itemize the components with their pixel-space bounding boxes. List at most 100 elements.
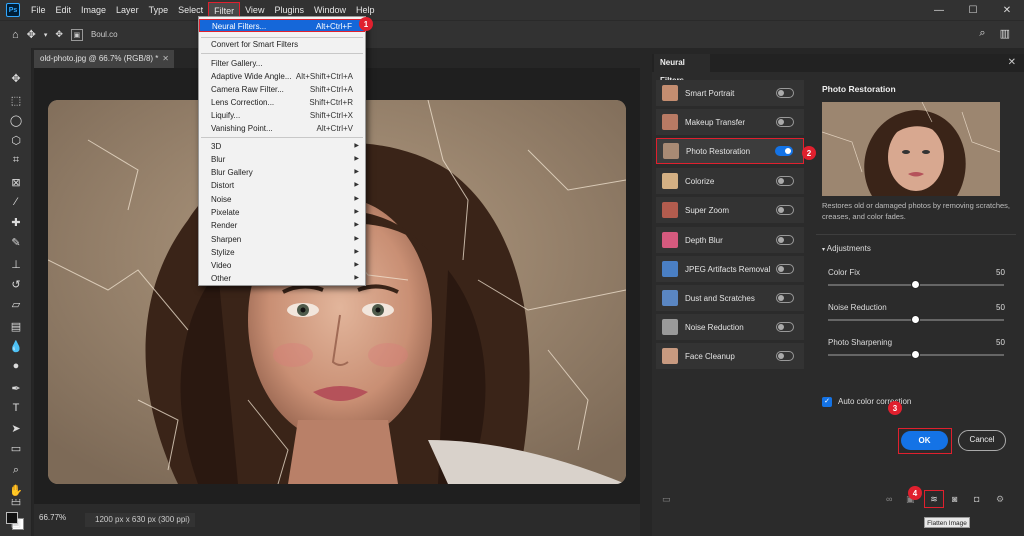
close-icon[interactable]: ✕ xyxy=(1008,57,1016,68)
zoom-level[interactable]: 66.77% xyxy=(39,513,79,527)
brush-tool-icon[interactable]: ✎ xyxy=(8,234,24,250)
blur-tool-icon[interactable]: 💧 xyxy=(8,338,24,354)
menu-item-video[interactable]: Video ▶ xyxy=(199,259,365,272)
frame-tool-icon[interactable]: ⊠ xyxy=(8,174,24,190)
move-tool-icon[interactable]: ✥ xyxy=(27,28,36,41)
object-select-tool-icon[interactable]: ⬡ xyxy=(8,132,24,148)
menu-item-noise[interactable]: Noise ▶ xyxy=(199,193,365,206)
filter-item-depth-blur[interactable]: Depth Blur xyxy=(656,227,804,253)
filter-item-makeup-transfer[interactable]: Makeup Transfer xyxy=(656,109,804,135)
menu-item-adaptive-wide-angle[interactable]: Adaptive Wide Angle... Alt+Shift+Ctrl+A xyxy=(199,70,365,83)
eraser-tool-icon[interactable]: ▱ xyxy=(8,296,24,312)
gear-icon[interactable]: ⚙ xyxy=(996,494,1004,505)
crop-tool-icon[interactable]: ⌗ xyxy=(8,152,24,168)
menu-item-3d[interactable]: 3D ▶ xyxy=(199,140,365,153)
menu-item-filter-gallery[interactable]: Filter Gallery... xyxy=(199,57,365,70)
toggle-switch[interactable] xyxy=(776,176,794,186)
filter-item-colorize[interactable]: Colorize xyxy=(656,168,804,194)
rectangle-tool-icon[interactable]: ▭ xyxy=(8,440,24,456)
pen-tool-icon[interactable]: ✒ xyxy=(8,380,24,396)
document-info[interactable]: 1200 px x 630 px (300 ppi) xyxy=(85,513,195,527)
toggle-switch[interactable] xyxy=(776,264,794,274)
path-select-icon[interactable]: ➤ xyxy=(8,420,24,436)
filter-item-smart-portrait[interactable]: Smart Portrait xyxy=(656,80,804,106)
menu-item-distort[interactable]: Distort ▶ xyxy=(199,179,365,192)
history-brush-icon[interactable]: ↺ xyxy=(8,276,24,292)
lasso-tool-icon[interactable]: ◯ xyxy=(8,112,24,128)
menu-item-lens-correction[interactable]: Lens Correction... Shift+Ctrl+R xyxy=(199,96,365,109)
slider-thumb[interactable] xyxy=(911,315,920,324)
gradient-tool-icon[interactable]: ▤ xyxy=(8,318,24,334)
menu-type[interactable]: Type xyxy=(144,2,174,18)
menu-item-stylize[interactable]: Stylize ▶ xyxy=(199,246,365,259)
toggle-switch[interactable] xyxy=(776,205,794,215)
slider-thumb[interactable] xyxy=(911,350,920,359)
marquee-tool-icon[interactable]: ⬚ xyxy=(8,92,24,108)
filter-item-noise-reduction[interactable]: Noise Reduction xyxy=(656,314,804,340)
foreground-color-swatch[interactable] xyxy=(6,512,18,524)
healing-brush-icon[interactable]: ✚ xyxy=(8,214,24,230)
maximize-icon[interactable]: ☐ xyxy=(956,0,990,20)
slider-color-fix[interactable] xyxy=(828,280,1004,289)
menu-item-blur-gallery[interactable]: Blur Gallery ▶ xyxy=(199,166,365,179)
menu-item-sharpen[interactable]: Sharpen ▶ xyxy=(199,233,365,246)
eyedropper-tool-icon[interactable]: ⁄ xyxy=(8,194,24,210)
screenshot-icon[interactable]: ◘ xyxy=(974,494,979,504)
dodge-tool-icon[interactable]: ● xyxy=(8,358,24,374)
tab-neural-filters[interactable]: Neural Filters xyxy=(654,54,710,85)
type-tool-icon[interactable]: T xyxy=(8,400,24,416)
filter-item-dust-and-scratches[interactable]: Dust and Scratches xyxy=(656,285,804,311)
slider-photo-sharpening[interactable] xyxy=(828,350,1004,359)
menu-layer[interactable]: Layer xyxy=(111,2,144,18)
filter-item-face-cleanup[interactable]: Face Cleanup xyxy=(656,343,804,369)
menu-edit[interactable]: Edit xyxy=(51,2,77,18)
slider-noise-reduction[interactable] xyxy=(828,315,1004,324)
link-icon[interactable]: ∞ xyxy=(886,494,892,504)
close-icon[interactable]: ✕ xyxy=(990,0,1024,20)
menu-item-other[interactable]: Other ▶ xyxy=(199,272,365,285)
document-tab[interactable]: old-photo.jpg @ 66.7% (RGB/8) * ✕ xyxy=(34,50,174,68)
toggle-switch[interactable] xyxy=(776,322,794,332)
filter-item-jpeg-artifacts-removal[interactable]: JPEG Artifacts Removal xyxy=(656,256,804,282)
auto-select-icon[interactable]: ✥ xyxy=(55,29,63,40)
menu-item-liquify[interactable]: Liquify... Shift+Ctrl+X xyxy=(199,109,365,122)
menu-item-blur[interactable]: Blur ▶ xyxy=(199,153,365,166)
zoom-tool-icon[interactable]: ⌕ xyxy=(8,462,24,478)
ok-button[interactable]: OK xyxy=(901,431,948,450)
toggle-switch[interactable] xyxy=(775,146,793,156)
clone-stamp-icon[interactable]: ⊥ xyxy=(8,256,24,272)
chevron-down-icon[interactable]: ▾ xyxy=(44,31,48,39)
filter-item-super-zoom[interactable]: Super Zoom xyxy=(656,197,804,223)
menu-item-neural-filters[interactable]: Neural Filters... Alt+Ctrl+F xyxy=(199,19,365,32)
camera-icon[interactable]: ◙ xyxy=(952,494,957,504)
filter-item-photo-restoration[interactable]: Photo Restoration xyxy=(656,138,804,164)
makeup-thumb-icon xyxy=(662,114,678,130)
toggle-switch[interactable] xyxy=(776,235,794,245)
submenu-arrow-icon: ▶ xyxy=(354,222,359,228)
menu-item-pixelate[interactable]: Pixelate ▶ xyxy=(199,206,365,219)
show-preview-icon[interactable]: ▭ xyxy=(662,494,671,505)
home-icon[interactable]: ⌂ xyxy=(12,29,19,41)
cancel-button[interactable]: Cancel xyxy=(958,430,1006,451)
adjustments-header[interactable]: ▾ Adjustments xyxy=(822,244,871,253)
toggle-switch[interactable] xyxy=(776,117,794,127)
toggle-switch[interactable] xyxy=(776,88,794,98)
menu-item-camera-raw[interactable]: Camera Raw Filter... Shift+Ctrl+A xyxy=(199,83,365,96)
menu-image[interactable]: Image xyxy=(76,2,111,18)
toggle-switch[interactable] xyxy=(776,293,794,303)
minimize-icon[interactable]: — xyxy=(922,0,956,20)
toggle-switch[interactable] xyxy=(776,351,794,361)
slider-thumb[interactable] xyxy=(911,280,920,289)
workspace-icon[interactable]: ▥ xyxy=(1000,27,1010,40)
auto-color-checkbox[interactable]: ✓ xyxy=(822,397,832,407)
menu-item-render[interactable]: Render ▶ xyxy=(199,219,365,232)
transform-controls-icon[interactable]: ▣ xyxy=(70,28,83,41)
menu-file[interactable]: File xyxy=(26,2,51,18)
flatten-image-button[interactable]: ≋ xyxy=(924,490,944,508)
search-icon[interactable]: ⌕ xyxy=(979,27,985,40)
menu-item-convert-smart-filters[interactable]: Convert for Smart Filters xyxy=(199,38,365,51)
menu-item-vanishing-point[interactable]: Vanishing Point... Alt+Ctrl+V xyxy=(199,122,365,135)
move-tool-icon[interactable]: ✥ xyxy=(8,70,24,86)
quick-mask-icon[interactable]: ▭ xyxy=(8,494,24,510)
close-tab-icon[interactable]: ✕ xyxy=(162,50,169,68)
